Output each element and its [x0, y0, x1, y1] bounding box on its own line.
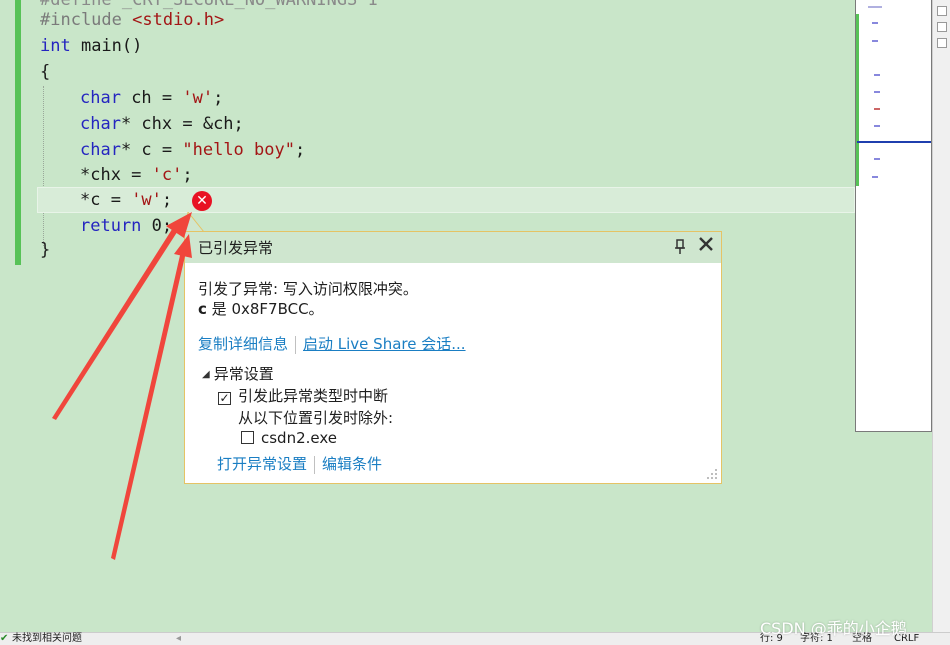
break-on-type-label: 引发此异常类型时中断: [238, 387, 389, 405]
map-code-mark: [872, 40, 878, 42]
include-directive: #include: [40, 10, 133, 30]
code-text: *chx =: [80, 165, 152, 185]
break-on-type-checkbox[interactable]: ✓: [218, 392, 231, 405]
right-tool-strip: [932, 0, 950, 632]
section-title: 异常设置: [213, 365, 274, 383]
keyword-int: int: [40, 36, 71, 56]
change-indicator-top: [15, 0, 21, 138]
code-line-char-c: char* c = "hello boy";: [80, 137, 305, 163]
module-option[interactable]: csdn2.exe: [241, 429, 337, 447]
break-on-type-option[interactable]: ✓ 引发此异常类型时中断: [218, 385, 388, 406]
map-code-mark: [868, 6, 882, 8]
close-icon[interactable]: [695, 235, 717, 257]
error-icon[interactable]: ✕: [192, 191, 212, 211]
code-text: ;: [213, 88, 224, 108]
code-text: * chx = &ch;: [120, 114, 244, 134]
variable-name: c: [198, 300, 207, 318]
code-text: 0;: [141, 216, 173, 236]
resize-grip-icon[interactable]: [706, 468, 718, 480]
popup-header: 已引发异常: [185, 232, 721, 263]
issues-status[interactable]: 未找到相关问题: [12, 633, 82, 645]
code-text: * c =: [120, 140, 183, 160]
code-text: ;: [182, 165, 193, 185]
open-exception-settings-link[interactable]: 打开异常设置: [217, 455, 307, 473]
separator: [314, 455, 316, 474]
module-checkbox[interactable]: [241, 431, 254, 444]
strip-button[interactable]: [937, 6, 947, 16]
popup-actions: 复制详细信息 启动 Live Share 会话...: [198, 333, 466, 355]
indent-guide: [43, 86, 45, 246]
code-line-assign-c: *c = 'w';: [80, 187, 172, 213]
scroll-left-icon[interactable]: ◂: [176, 633, 181, 645]
string-literal: "hello boy": [182, 140, 295, 160]
exception-popup: 已引发异常 引发了异常: 写入访问权限冲突。 c 是 0x8F7BCC。 复制详…: [184, 231, 722, 484]
scrollbar-map[interactable]: [855, 0, 932, 432]
code-line-open-brace: {: [40, 62, 51, 82]
exception-settings-header[interactable]: ◢ 异常设置: [202, 363, 274, 384]
code-text: ;: [161, 190, 173, 210]
map-code-mark: [872, 22, 878, 24]
map-code-mark: [874, 108, 880, 110]
exception-message: 引发了异常: 写入访问权限冲突。: [198, 280, 418, 298]
code-text: ch =: [120, 88, 183, 108]
keyword-char: char: [80, 88, 121, 108]
map-code-mark: [874, 158, 880, 160]
exception-detail: c 是 0x8F7BCC。: [198, 298, 324, 319]
code-text: *c =: [80, 190, 132, 210]
edit-conditions-link[interactable]: 编辑条件: [322, 455, 382, 473]
code-line-char-ch: char ch = 'w';: [80, 85, 223, 111]
code-line-char-chx: char* chx = &ch;: [80, 111, 244, 137]
string-literal: 'w': [131, 190, 162, 210]
code-line-include: #include <stdio.h>: [40, 7, 224, 33]
collapse-triangle-icon: ◢: [202, 369, 210, 380]
separator: [295, 335, 297, 354]
watermark: CSDN @乖的小企鹅: [760, 619, 907, 638]
keyword-return: return: [80, 216, 142, 236]
strip-button[interactable]: [937, 22, 947, 32]
popup-pointer: [184, 212, 204, 232]
popup-footer-links: 打开异常设置 编辑条件: [217, 453, 382, 474]
keyword-char: char: [80, 140, 121, 160]
code-line-close-brace: }: [40, 240, 51, 260]
strip-button[interactable]: [937, 38, 947, 48]
check-icon: ✔: [0, 633, 9, 644]
map-change-indicator: [856, 14, 859, 186]
main-signature: main(): [70, 36, 143, 56]
map-code-mark: [872, 176, 878, 178]
code-line-assign-chx: *chx = 'c';: [80, 162, 193, 188]
code-line-main: int main(): [40, 33, 142, 59]
map-caret-line: [857, 141, 931, 143]
include-header: <stdio.h>: [132, 10, 225, 30]
map-code-mark: [874, 125, 880, 127]
pin-icon[interactable]: [673, 238, 687, 256]
map-code-mark: [874, 74, 880, 76]
module-label: csdn2.exe: [261, 429, 338, 447]
keyword-char: char: [80, 114, 121, 134]
string-literal: 'c': [151, 165, 183, 185]
popup-title: 已引发异常: [198, 239, 274, 257]
copy-details-link[interactable]: 复制详细信息: [198, 335, 288, 353]
except-when-label: 从以下位置引发时除外:: [238, 409, 394, 427]
map-code-mark: [874, 91, 880, 93]
change-indicator-bottom: [15, 138, 21, 265]
live-share-link[interactable]: 启动 Live Share 会话...: [303, 335, 466, 353]
code-text: ;: [294, 140, 306, 160]
string-literal: 'w': [182, 88, 214, 108]
variable-value: 是 0x8F7BCC。: [206, 300, 324, 318]
code-line-return: return 0;: [80, 213, 172, 239]
